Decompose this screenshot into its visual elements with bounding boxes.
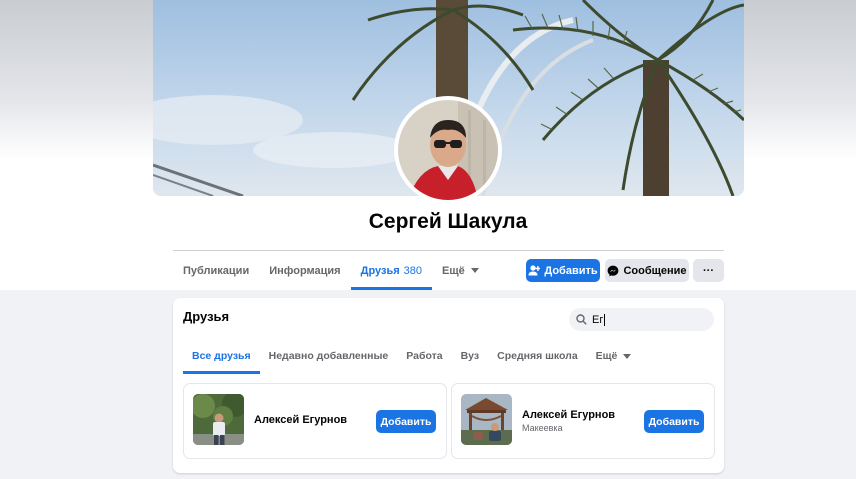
message-button[interactable]: Сообщение (605, 259, 689, 282)
friends-filter-tabs: Все друзья Недавно добавленные Работа Ву… (183, 338, 640, 374)
friends-card-title: Друзья (183, 309, 230, 324)
caret-down-icon (623, 353, 632, 359)
friend-photo[interactable] (461, 394, 512, 445)
tab-work[interactable]: Работа (397, 338, 451, 374)
tab-about[interactable]: Информация (259, 252, 350, 289)
avatar-photo (398, 100, 498, 200)
add-friend-result-button[interactable]: Добавить (644, 410, 704, 433)
profile-avatar[interactable] (394, 96, 502, 204)
friends-search-input[interactable]: Ег (569, 308, 714, 331)
tab-more[interactable]: Ещё (432, 252, 489, 289)
tab-more-label: Ещё (442, 264, 465, 277)
friend-photo[interactable] (193, 394, 244, 445)
tab-work-label: Работа (406, 350, 443, 362)
tab-recently-added-label: Недавно добавленные (268, 350, 389, 362)
tab-friends-more-label: Ещё (595, 350, 618, 362)
friend-result-card: Алексей Егурнов Макеевка Добавить (451, 383, 715, 459)
profile-name: Сергей Шакула (368, 210, 528, 233)
tab-high-school-label: Средняя школа (497, 350, 578, 362)
tab-friends-label: Друзья (360, 264, 400, 277)
tab-about-label: Информация (269, 264, 341, 277)
search-icon (576, 314, 587, 325)
friend-photo-image (193, 394, 244, 445)
tab-friends[interactable]: Друзья 380 (350, 252, 433, 290)
add-friend-result-button[interactable]: Добавить (376, 410, 436, 433)
tab-posts-label: Публикации (183, 264, 250, 277)
add-friend-button[interactable]: Добавить (526, 259, 600, 282)
tab-college[interactable]: Вуз (452, 338, 489, 374)
add-friend-label: Добавить (544, 264, 598, 277)
tab-college-label: Вуз (460, 350, 480, 362)
friend-name[interactable]: Алексей Егурнов (522, 409, 615, 421)
friend-name[interactable]: Алексей Егурнов (254, 414, 347, 426)
friend-location: Макеевка (522, 423, 563, 433)
friends-card: Друзья Ег Все друзья Недавно добавленные… (173, 298, 724, 473)
text-cursor (604, 313, 606, 326)
tab-posts[interactable]: Публикации (173, 252, 259, 289)
friend-result-card: Алексей Егурнов Добавить (183, 383, 447, 459)
more-options-icon: ··· (703, 264, 714, 277)
tab-high-school[interactable]: Средняя школа (488, 338, 587, 374)
caret-down-icon (470, 268, 479, 273)
tab-friends-more[interactable]: Ещё (587, 338, 641, 374)
header-divider (173, 250, 724, 251)
friends-count: 380 (403, 264, 423, 277)
friends-search-value: Ег (592, 313, 604, 326)
friend-photo-image (461, 394, 512, 445)
messenger-icon (608, 265, 619, 276)
tab-all-friends-label: Все друзья (192, 350, 251, 362)
tab-recently-added[interactable]: Недавно добавленные (260, 338, 398, 374)
add-friend-icon (528, 265, 541, 276)
profile-nav: Публикации Информация Друзья 380 Ещё (173, 252, 489, 290)
message-label: Сообщение (623, 264, 687, 277)
tab-all-friends[interactable]: Все друзья (183, 338, 260, 374)
more-options-button[interactable]: ··· (693, 259, 724, 282)
